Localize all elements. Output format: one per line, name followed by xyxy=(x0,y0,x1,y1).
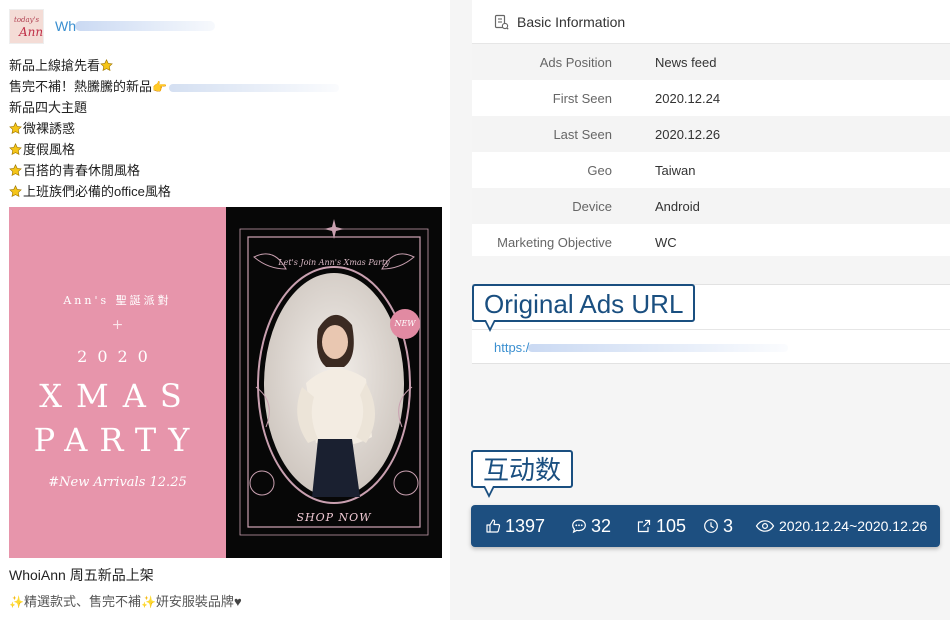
post-line: 新品四大主題 xyxy=(9,100,88,115)
caption-body: ✨精選款式、售完不補✨妍安服裝品牌♥ xyxy=(9,594,242,609)
eye-icon xyxy=(755,520,775,532)
shop-now-text: SHOP NOW xyxy=(296,511,372,524)
basic-information-title: Basic Information xyxy=(517,13,626,30)
basic-information-header: Basic Information xyxy=(472,0,950,44)
info-rows: Ads Position News feed First Seen 2020.12.… xyxy=(472,44,950,260)
info-label: Last Seen xyxy=(553,126,612,142)
star-icon xyxy=(9,185,22,198)
post-line: 百搭的青春休閒風格 xyxy=(9,160,439,181)
duration-count: 3 xyxy=(723,515,734,536)
comment-icon xyxy=(572,519,586,534)
ad-creative-image[interactable]: Ann's 聖誕派對 + 2020 XMAS PARTY #New Arriva… xyxy=(9,207,442,558)
info-row-marketing-objective: Marketing Objective WC xyxy=(472,224,950,260)
link-blur xyxy=(168,83,339,92)
info-value: News feed xyxy=(655,54,717,70)
callout-label: 互动数 xyxy=(483,455,562,485)
ad-post-panel: today's Ann Wh 新品上線搶先看 售完不補！熱騰騰的新品👉 新品四大… xyxy=(0,0,450,620)
star-icon xyxy=(9,164,22,177)
star-icon xyxy=(100,59,113,72)
callout-tail-inner xyxy=(485,486,493,494)
callout-label: Original Ads URL xyxy=(484,289,684,319)
callout-tail-inner xyxy=(486,320,494,328)
original-ads-url-link[interactable]: https:/ xyxy=(494,340,529,355)
ad-title-party: PARTY xyxy=(33,421,202,459)
shares-count: 105 xyxy=(656,515,687,536)
original-ads-url-callout: Original Ads URL xyxy=(472,284,696,332)
document-icon xyxy=(494,14,509,30)
info-row-first-seen: First Seen 2020.12.24 xyxy=(472,80,950,116)
info-value: 2020.12.24 xyxy=(655,90,721,106)
info-row-ads-position: Ads Position News feed xyxy=(472,44,950,80)
new-badge: NEW xyxy=(390,309,420,339)
post-text: 新品上線搶先看 售完不補！熱騰騰的新品👉 新品四大主題 微裸誘惑 度假風格 百搭… xyxy=(9,55,439,202)
post-line: 上班族們必備的office風格 xyxy=(9,181,439,202)
ad-year: 2020 xyxy=(77,347,158,366)
ornate-frame-graphic: Let's Join Ann's Xmas Party xyxy=(239,219,429,536)
date-range-stat: 2020.12.24~2020.12.26 xyxy=(755,505,927,547)
divider xyxy=(472,329,950,330)
duration-stat: 3 xyxy=(703,505,733,547)
page-name-blur xyxy=(75,21,215,31)
interaction-stats-bar: 1397 32 105 3 2020.12.24~2020.12.26 xyxy=(471,505,940,547)
sparkle-icon: ✨ xyxy=(9,595,24,609)
ad-title-xmas: XMAS xyxy=(39,377,196,415)
clock-icon xyxy=(704,519,718,533)
thumbs-up-icon xyxy=(486,519,501,533)
info-label: First Seen xyxy=(552,90,612,106)
post-line: 度假風格 xyxy=(9,139,439,160)
info-row-device: Device Android xyxy=(472,188,950,224)
interactions-callout: 互动数 xyxy=(471,450,574,498)
info-value: Taiwan xyxy=(655,162,696,178)
share-icon xyxy=(637,519,651,533)
info-value: Android xyxy=(655,198,700,214)
info-label: Marketing Objective xyxy=(497,234,612,250)
likes-stat: 1397 xyxy=(485,505,545,547)
shares-stat: 105 xyxy=(636,505,686,547)
post-line: 微裸誘惑 xyxy=(9,118,439,139)
info-value: WC xyxy=(655,234,677,250)
date-range: 2020.12.24~2020.12.26 xyxy=(779,518,928,534)
comments-stat: 32 xyxy=(571,505,611,547)
info-label: Geo xyxy=(587,162,612,178)
caption-title: WhoiAnn 周五新品上架 xyxy=(9,567,154,583)
star-icon xyxy=(9,122,22,135)
star-icon xyxy=(9,143,22,156)
post-line: 售完不補！熱騰騰的新品👉 xyxy=(9,76,439,97)
info-label: Ads Position xyxy=(539,54,612,70)
frame-text: Let's Join Ann's Xmas Party xyxy=(277,258,390,267)
info-row-geo: Geo Taiwan xyxy=(472,152,950,188)
ad-photo-panel: Let's Join Ann's Xmas Party NEW SHOP NOW xyxy=(226,207,442,558)
basic-information-card: Basic Information Ads Position News feed … xyxy=(472,0,950,256)
pointing-hand-icon: 👉 xyxy=(152,80,167,94)
info-label: Device xyxy=(572,198,612,214)
ad-tagline: #New Arrivals 12.25 xyxy=(48,475,187,490)
info-row-last-seen: Last Seen 2020.12.26 xyxy=(472,116,950,152)
info-value: 2020.12.26 xyxy=(655,126,721,142)
ad-pink-panel: Ann's 聖誕派對 + 2020 XMAS PARTY #New Arriva… xyxy=(9,207,226,558)
avatar[interactable]: today's Ann xyxy=(9,9,44,44)
url-blur xyxy=(528,344,788,352)
post-line: 新品上線搶先看 xyxy=(9,55,439,76)
heart-icon: ♥ xyxy=(233,594,242,609)
sparkle-icon: ✨ xyxy=(140,595,156,609)
page-name[interactable]: Wh xyxy=(55,18,76,34)
comments-count: 32 xyxy=(591,515,612,536)
likes-count: 1397 xyxy=(505,515,546,536)
ad-plus: + xyxy=(111,317,124,333)
ad-subtitle: Ann's 聖誕派對 xyxy=(63,294,172,307)
